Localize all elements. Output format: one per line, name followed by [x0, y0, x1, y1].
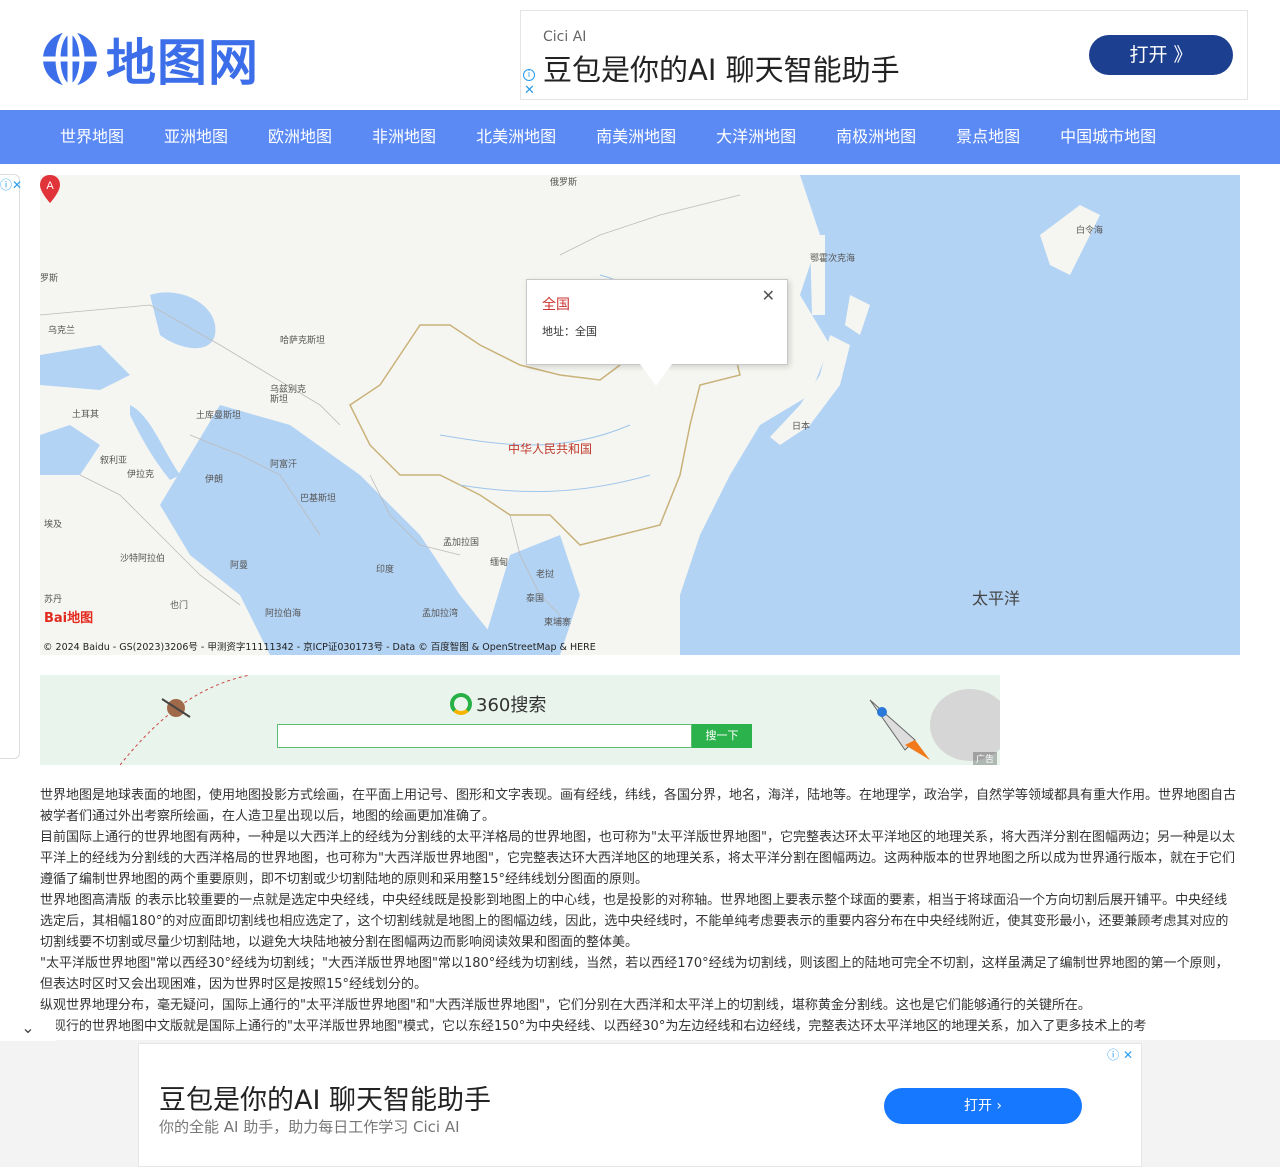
popup-address: 地址：全国 — [542, 325, 597, 338]
map-label-cambodia: 柬埔寨 — [544, 618, 572, 628]
popup-title: 全国 — [542, 297, 570, 313]
map-label-egypt: 埃及 — [44, 520, 63, 530]
nav-item-oceania[interactable]: 大洋洲地图 — [696, 110, 816, 164]
map-label-sudan: 苏丹 — [44, 595, 63, 605]
map-label-yemen: 也门 — [170, 601, 189, 611]
map-label-oman: 阿曼 — [230, 561, 249, 571]
nav-item-africa[interactable]: 非洲地图 — [352, 110, 456, 164]
close-icon[interactable]: ✕ — [524, 83, 535, 98]
map-label-okhotsk: 鄂霍次克海 — [810, 254, 856, 264]
article-paragraph: 国现行的世界地图中文版就是国际上通行的"太平洋版世界地图"模式，它以东经150°… — [40, 1019, 1147, 1034]
article-paragraph: 纵观世界地理分布，毫无疑问，国际上通行的"太平洋版世界地图"和"大西洋版世界地图… — [40, 998, 1091, 1013]
map-label-laos: 老挝 — [536, 570, 555, 580]
side-ad-controls[interactable]: ⓘ✕ — [0, 176, 22, 193]
map-label-india: 印度 — [376, 565, 395, 575]
map-label-kazakhstan: 哈萨克斯坦 — [280, 336, 326, 346]
map-label-china: 中华人民共和国 — [508, 442, 593, 456]
search-button[interactable]: 搜一下 — [692, 724, 752, 748]
360-logo-icon — [450, 693, 472, 715]
info-icon[interactable]: i — [523, 69, 535, 81]
map-label-afghanistan: 阿富汗 — [270, 460, 298, 470]
nav-item-asia[interactable]: 亚洲地图 — [144, 110, 248, 164]
bottom-ad-banner[interactable]: 豆包是你的AI 聊天智能助手 你的全能 AI 助手，助力每日工作学习 Cici … — [138, 1043, 1142, 1167]
ad-tag: 广告 — [972, 752, 997, 765]
map-label-bangladesh: 孟加拉国 — [443, 538, 480, 548]
map-label-ukraine: 乌克兰 — [48, 326, 76, 336]
close-icon[interactable]: ✕ — [762, 286, 775, 305]
map-marker-icon[interactable]: A — [40, 175, 60, 203]
article-paragraph: 世界地图高清版 的表示比较重要的一点就是选定中央经线，中央经线既是投影到地图上的… — [40, 893, 1229, 950]
article-body: 世界地图是地球表面的地图，使用地图投影方式绘画，在平面上用记号、图形和文字表现。… — [40, 785, 1240, 1037]
search-logo-text: 360搜索 — [476, 695, 547, 716]
nav-item-world[interactable]: 世界地图 — [40, 110, 144, 164]
map-label-bering: 白令海 — [1076, 226, 1104, 236]
search-ad-banner[interactable]: 360搜索 搜一下 广告 — [40, 675, 1000, 765]
map-copyright: © 2024 Baidu - GS(2023)3206号 - 甲测资字11111… — [43, 642, 596, 653]
map-label-bay-bengal: 孟加拉湾 — [422, 609, 459, 619]
map-label-turkmenistan: 土库曼斯坦 — [196, 411, 242, 421]
close-icon[interactable]: ✕ — [1123, 1048, 1133, 1062]
article-paragraph: 世界地图是地球表面的地图，使用地图投影方式绘画，在平面上用记号、图形和文字表现。… — [40, 788, 1237, 824]
360-search-logo: 360搜索 — [450, 691, 546, 717]
map-label-uzbekistan: 乌兹别克 斯坦 — [270, 385, 307, 405]
ad-controls[interactable]: ⓘ ✕ — [1107, 1046, 1133, 1063]
map-label-iran: 伊朗 — [205, 475, 224, 485]
map-info-popup: 全国 地址：全国 ✕ — [526, 279, 788, 365]
search-input[interactable] — [277, 724, 692, 748]
map-label-iraq: 伊拉克 — [127, 470, 155, 480]
info-icon[interactable]: ⓘ — [1107, 1048, 1119, 1062]
map-label-arabian-sea: 阿拉伯海 — [265, 609, 302, 619]
top-ad-banner[interactable]: Cici AI 豆包是你的AI 聊天智能助手 打开 》 i ✕ — [520, 10, 1248, 100]
article-paragraph: "太平洋版世界地图"常以西经30°经线为切割线；"大西洋版世界地图"常以180°… — [40, 956, 1229, 992]
info-icon[interactable]: ⓘ — [0, 178, 12, 192]
marker-letter: A — [46, 180, 54, 192]
map-label-turkey: 土耳其 — [72, 410, 100, 420]
map-label-japan: 日本 — [792, 422, 811, 432]
nav-item-attractions[interactable]: 景点地图 — [936, 110, 1040, 164]
map-label-russia: 俄罗斯 — [550, 178, 578, 188]
ad-open-button[interactable]: 打开 › — [884, 1088, 1082, 1124]
site-logo[interactable]: 地图网 — [40, 28, 275, 92]
ad-title[interactable]: 豆包是你的AI 聊天智能助手 — [159, 1078, 491, 1117]
logo-text: 地图网 — [106, 34, 259, 92]
map-label-saudi: 沙特阿拉伯 — [120, 554, 166, 564]
nav-item-north-america[interactable]: 北美洲地图 — [456, 110, 576, 164]
map-label-romania: 罗斯 — [40, 274, 59, 284]
ad-subtitle: 你的全能 AI 助手，助力每日工作学习 Cici AI — [159, 1118, 460, 1136]
main-nav: 世界地图 亚洲地图 欧洲地图 非洲地图 北美洲地图 南美洲地图 大洋洲地图 南极… — [0, 110, 1280, 164]
map-label-pacific: 太平洋 — [972, 589, 1021, 608]
close-icon[interactable]: ✕ — [12, 178, 22, 192]
map-label-pakistan: 巴基斯坦 — [300, 494, 337, 504]
nav-item-europe[interactable]: 欧洲地图 — [248, 110, 352, 164]
header: 地图网 Cici AI 豆包是你的AI 聊天智能助手 打开 》 i ✕ — [0, 0, 1280, 110]
map-view[interactable]: 俄罗斯 鄂霍次克海 白令海 罗斯 乌克兰 哈萨克斯坦 乌兹别克 斯坦 土库曼斯坦… — [40, 175, 1240, 655]
side-ad[interactable] — [0, 174, 20, 759]
nav-item-china-cities[interactable]: 中国城市地图 — [1040, 110, 1176, 164]
map-label-syria: 叙利亚 — [100, 456, 128, 466]
nav-item-south-america[interactable]: 南美洲地图 — [576, 110, 696, 164]
popup-tail — [640, 364, 672, 386]
map-label-thailand: 泰国 — [526, 594, 545, 604]
chevron-down-icon[interactable]: ⌄ — [0, 1015, 56, 1041]
ad-open-button[interactable]: 打开 》 — [1089, 35, 1233, 75]
baidu-map-logo[interactable]: Bai地图 — [44, 607, 93, 626]
ad-title[interactable]: 豆包是你的AI 聊天智能助手 — [543, 47, 900, 89]
article-paragraph: 目前国际上通行的世界地图有两种，一种是以大西洋上的经线为分割线的太平洋格局的世界… — [40, 830, 1235, 887]
ad-brand: Cici AI — [543, 29, 587, 45]
satellite-icon — [120, 675, 251, 765]
map-label-myanmar: 缅甸 — [490, 558, 509, 568]
nav-item-antarctica[interactable]: 南极洲地图 — [816, 110, 936, 164]
globe-icon — [43, 29, 97, 89]
